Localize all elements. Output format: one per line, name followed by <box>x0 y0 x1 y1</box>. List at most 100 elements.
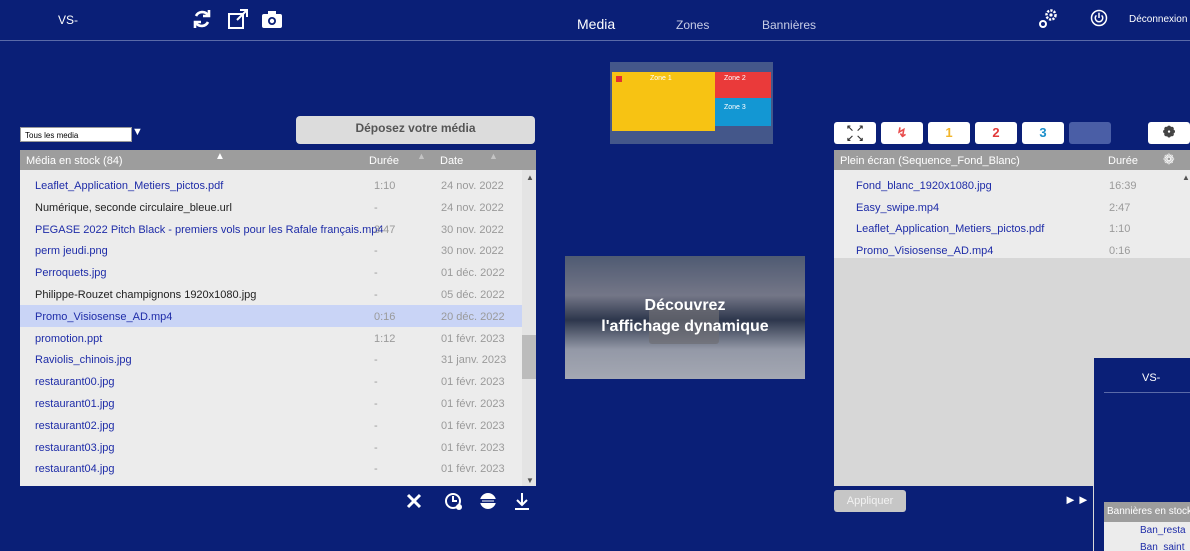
banner-list: Ban_resta Ban_saint <box>1104 522 1190 551</box>
table-row[interactable]: promotion.ppt 1:12 01 févr. 2023 <box>20 327 522 349</box>
schedule-icon[interactable] <box>444 491 464 511</box>
column-name-header[interactable]: Plein écran (Sequence_Fond_Blanc) <box>840 155 1020 167</box>
media-date: 01 févr. 2023 <box>441 419 505 432</box>
media-duration: 0:16 <box>374 310 396 323</box>
media-name: restaurant02.jpg <box>35 419 115 432</box>
table-row[interactable]: Leaflet_Application_Metiers_pictos.pdf 1:… <box>20 174 522 196</box>
zone-marker <box>616 76 622 82</box>
media-name: restaurant01.jpg <box>35 398 115 410</box>
media-date: 24 nov. 2022 <box>441 201 504 214</box>
no-layout-icon[interactable]: ↯ <box>881 122 923 144</box>
sort-up-icon[interactable]: ▲ <box>489 151 498 161</box>
media-name: perm jeudi.png <box>35 245 108 258</box>
media-duration: 3:47 <box>374 223 396 236</box>
table-row[interactable]: Perroquets.jpg - 01 déc. 2022 <box>20 261 522 283</box>
film-reel-icon[interactable]: ❁ <box>1148 122 1190 144</box>
drop-media-button[interactable]: Déposez votre média <box>296 116 535 144</box>
media-preview[interactable]: Découvrez l'affichage dynamique <box>565 256 805 379</box>
list-item[interactable]: Ban_resta <box>1140 525 1186 536</box>
table-row[interactable]: Numérique, seconde circulaire_bleue.url -… <box>20 196 522 218</box>
scroll-up-icon[interactable]: ▲ <box>1182 173 1190 182</box>
media-name: restaurant00.jpg <box>35 376 115 389</box>
media-name: Philippe-Rouzet champignons 1920x1080.jp… <box>35 289 257 301</box>
preview-headline: Découvrez <box>644 297 726 314</box>
tab-layout-1[interactable]: 1 <box>928 122 970 144</box>
settings-gears-icon[interactable] <box>1037 6 1061 30</box>
table-row-partial[interactable] <box>20 479 522 486</box>
media-duration: - <box>374 376 378 389</box>
media-duration: - <box>374 201 378 214</box>
column-duration-header[interactable]: Durée <box>369 155 399 167</box>
sort-up-icon[interactable]: ▲ <box>417 151 426 161</box>
apply-button[interactable]: Appliquer <box>834 490 906 512</box>
tab-layout-3[interactable]: 3 <box>1022 122 1064 144</box>
tab-layout-2[interactable]: 2 <box>975 122 1017 144</box>
column-duration-header[interactable]: Durée <box>1108 155 1138 167</box>
media-date: 31 janv. 2023 <box>441 354 507 367</box>
scrollbar-thumb[interactable] <box>522 335 536 379</box>
table-row[interactable]: PEGASE 2022 Pitch Black - premiers vols … <box>20 218 522 240</box>
media-duration: 1:12 <box>374 332 396 345</box>
media-duration: 1:10 <box>374 180 396 192</box>
zone-2[interactable]: Zone 2 <box>715 72 771 98</box>
tab-layout-4[interactable] <box>1069 122 1111 144</box>
table-row[interactable]: Raviolis_chinois.jpg - 31 janv. 2023 <box>20 348 522 370</box>
nav-zones[interactable]: Zones <box>676 18 709 32</box>
table-row[interactable]: restaurant01.jpg - 01 févr. 2023 <box>20 392 522 414</box>
media-duration: - <box>374 419 378 432</box>
chevron-down-icon[interactable]: ▼ <box>132 126 143 138</box>
media-date: 01 févr. 2023 <box>441 376 505 389</box>
camera-icon[interactable] <box>260 7 284 31</box>
zone-1-label: Zone 1 <box>650 75 672 82</box>
film-reel-icon[interactable]: ❁ <box>1163 151 1175 168</box>
sort-up-icon[interactable]: ▲ <box>215 151 225 162</box>
media-name: Promo_Visiosense_AD.mp4 <box>35 310 173 323</box>
table-row[interactable]: restaurant04.jpg - 01 févr. 2023 <box>20 457 522 479</box>
fast-forward-icon[interactable]: ►► <box>1064 492 1090 507</box>
media-name: promotion.ppt <box>35 332 103 345</box>
zone-3[interactable]: Zone 3 <box>715 98 771 126</box>
logout-link[interactable]: Déconnexion <box>1129 14 1187 25</box>
web-icon[interactable] <box>478 491 498 511</box>
column-date-header[interactable]: Date <box>440 155 463 167</box>
fullscreen-icon[interactable]: ↖ ↗ ↙ ↘ <box>834 122 876 144</box>
nav-media[interactable]: Media <box>577 16 615 32</box>
delete-icon[interactable] <box>404 491 424 511</box>
table-header: Plein écran (Sequence_Fond_Blanc) Durée … <box>834 150 1190 170</box>
table-row[interactable]: Fond_blanc_1920x1080.jpg 16:39 <box>834 174 1180 196</box>
media-date: 30 nov. 2022 <box>441 223 504 236</box>
table-row[interactable]: Philippe-Rouzet champignons 1920x1080.jp… <box>20 283 522 305</box>
refresh-icon[interactable] <box>190 7 214 31</box>
media-duration: 0:16 <box>1109 244 1131 257</box>
scroll-down-icon[interactable]: ▼ <box>526 476 534 485</box>
column-name-header[interactable]: Média en stock (84) <box>26 155 123 167</box>
media-duration: - <box>374 245 378 258</box>
top-bar: VS- Media Zones Bannières Déconnexion <box>0 0 1190 41</box>
media-filter-select[interactable]: Tous les media <box>20 127 132 142</box>
table-row[interactable]: restaurant02.jpg - 01 févr. 2023 <box>20 414 522 436</box>
table-row[interactable]: restaurant03.jpg - 01 févr. 2023 <box>20 436 522 458</box>
scroll-up-icon[interactable]: ▲ <box>526 173 534 182</box>
table-row[interactable]: restaurant00.jpg - 01 févr. 2023 <box>20 370 522 392</box>
zone-3-label: Zone 3 <box>724 104 746 111</box>
media-date: 30 nov. 2022 <box>441 245 504 258</box>
media-name: Promo_Visiosense_AD.mp4 <box>856 244 994 257</box>
table-row[interactable]: Promo_Visiosense_AD.mp4 0:16 20 déc. 2022 <box>20 304 522 327</box>
zone-1[interactable]: Zone 1 <box>612 72 715 131</box>
media-date: 01 déc. 2022 <box>441 267 505 280</box>
table-row[interactable]: Easy_swipe.mp4 2:47 <box>834 196 1180 218</box>
power-icon[interactable] <box>1090 9 1108 27</box>
table-row[interactable]: Leaflet_Application_Metiers_pictos.pdf 1:… <box>834 217 1180 239</box>
table-row[interactable]: perm jeudi.png - 30 nov. 2022 <box>20 239 522 261</box>
secondary-window[interactable]: VS- Bannières en stock Ban_resta Ban_sai… <box>1093 357 1190 551</box>
external-link-icon[interactable] <box>226 7 250 31</box>
download-icon[interactable] <box>512 491 532 511</box>
media-date: 20 déc. 2022 <box>441 310 505 323</box>
media-name: Leaflet_Application_Metiers_pictos.pdf <box>35 180 224 192</box>
scrollbar[interactable] <box>522 170 536 486</box>
media-name: Leaflet_Application_Metiers_pictos.pdf <box>856 223 1045 235</box>
nav-bannieres[interactable]: Bannières <box>762 18 816 32</box>
media-name: restaurant04.jpg <box>35 463 115 476</box>
zone-2-label: Zone 2 <box>724 75 746 82</box>
banner-stock-header: Bannières en stock <box>1104 502 1190 522</box>
